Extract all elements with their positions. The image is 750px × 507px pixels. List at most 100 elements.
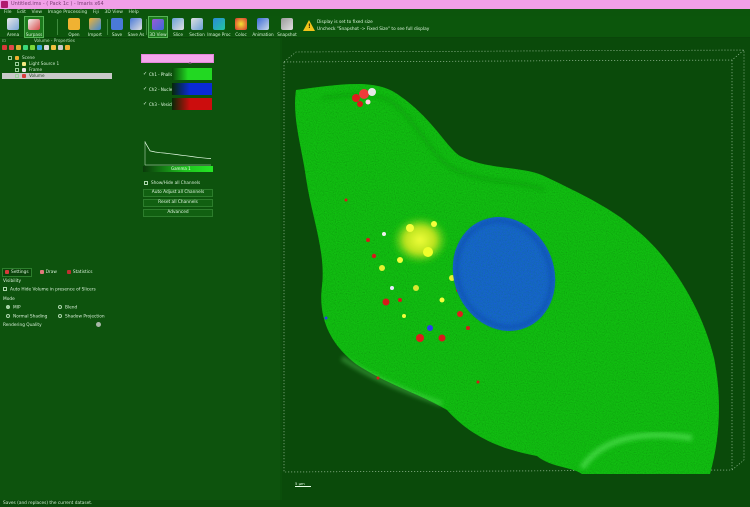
menu-image-processing[interactable]: Image Processing bbox=[48, 9, 88, 16]
add-spots-icon[interactable] bbox=[16, 45, 21, 50]
rendering-quality-slider[interactable] bbox=[96, 322, 101, 327]
auto-adjust-button[interactable]: Auto Adjust all Channels bbox=[143, 189, 213, 197]
section-icon bbox=[191, 18, 203, 30]
show-hide-all-checkbox[interactable]: Show/Hide all Channels bbox=[144, 180, 200, 185]
folder-icon[interactable] bbox=[65, 45, 70, 50]
channel-color-bar[interactable] bbox=[172, 68, 212, 80]
panel-title: Volume - Properties bbox=[34, 38, 75, 43]
open-folder-icon bbox=[68, 18, 80, 30]
surpass-icon bbox=[28, 19, 40, 30]
channel-row[interactable]: ✓ Ch2 - Nucleus bbox=[143, 83, 213, 95]
mode-label: Mode bbox=[3, 297, 15, 302]
tab-draw[interactable]: Draw bbox=[38, 269, 59, 276]
visibility-checkbox[interactable] bbox=[15, 68, 19, 72]
visibility-checkbox[interactable] bbox=[15, 62, 19, 66]
toolbar-separator bbox=[107, 19, 108, 35]
add-surface-icon[interactable] bbox=[9, 45, 14, 50]
visibility-checkbox[interactable] bbox=[8, 56, 12, 60]
open-button[interactable]: Open bbox=[64, 16, 84, 38]
save-as-button[interactable]: Save As bbox=[126, 16, 146, 38]
save-icon bbox=[111, 18, 123, 30]
volume-icon bbox=[22, 74, 26, 78]
display-adjustment: ✓ Ch1 - Phalloidin ✓ Ch2 - Nucleus ✓ Ch3… bbox=[140, 52, 215, 222]
3d-viewport[interactable]: 5 µm bbox=[282, 38, 750, 500]
auto-hide-checkbox[interactable]: Auto Hide Volume in presence of Slicers bbox=[3, 287, 96, 293]
channel-row[interactable]: ✓ Ch3 - Vesicles bbox=[143, 98, 213, 110]
window-title: Untitled.ims - ( Pack 1c ) - Imaris x64 bbox=[11, 1, 104, 7]
notice-line-2: Uncheck "Snapshot -> Fixed Size" to see … bbox=[317, 27, 430, 32]
toolbar-separator bbox=[57, 19, 58, 35]
light-bulb-icon bbox=[22, 62, 26, 66]
menu-help[interactable]: Help bbox=[129, 9, 139, 16]
3d-view-icon bbox=[152, 19, 164, 30]
chevron-up-icon bbox=[188, 62, 192, 64]
fixed-size-notice: ! Display is set to fixed size Uncheck "… bbox=[303, 18, 493, 36]
channel-color-bar[interactable] bbox=[172, 83, 212, 95]
pin-icon[interactable]: ⊡ bbox=[2, 38, 6, 43]
save-as-icon bbox=[130, 18, 142, 30]
add-frame-icon[interactable] bbox=[51, 45, 56, 50]
add-measurement-icon[interactable] bbox=[37, 45, 42, 50]
volume-render[interactable] bbox=[282, 38, 750, 500]
coloc-icon bbox=[235, 18, 247, 30]
add-clipping-icon[interactable] bbox=[44, 45, 49, 50]
scene-tree: Scene Light Source 1 Frame Volume bbox=[2, 55, 112, 79]
add-cells-icon[interactable] bbox=[23, 45, 28, 50]
add-filaments-icon[interactable] bbox=[30, 45, 35, 50]
menu-edit[interactable]: Edit bbox=[17, 9, 26, 16]
notice-line-1: Display is set to fixed size bbox=[317, 20, 373, 25]
coloc-button[interactable]: Coloc bbox=[232, 16, 250, 38]
gamma-label: Gamma 1 bbox=[171, 166, 191, 171]
settings-tabs: Settings Draw Statistics bbox=[2, 267, 95, 277]
tab-settings[interactable]: Settings bbox=[2, 267, 32, 277]
rendering-quality-label: Rendering Quality bbox=[3, 323, 42, 328]
3d-view-button[interactable]: 3D View bbox=[148, 16, 168, 38]
menu-fiji[interactable]: Fiji bbox=[93, 9, 99, 16]
section-button[interactable]: Section bbox=[188, 16, 206, 38]
check-icon[interactable]: ✓ bbox=[143, 71, 147, 77]
toolbar-separator bbox=[146, 19, 147, 35]
mode-mip-radio[interactable]: MIP bbox=[6, 305, 21, 311]
channel-row[interactable]: ✓ Ch1 - Phalloidin bbox=[143, 68, 213, 80]
animation-button[interactable]: Animation bbox=[251, 16, 275, 38]
golgi-cluster bbox=[392, 216, 448, 264]
tree-item-volume[interactable]: Volume bbox=[2, 73, 112, 79]
channel-selector[interactable] bbox=[141, 54, 214, 64]
tab-statistics[interactable]: Statistics bbox=[65, 269, 95, 276]
folder-icon bbox=[15, 56, 19, 60]
mode-shadow-projection-radio[interactable]: Shadow Projection bbox=[58, 314, 105, 320]
menu-file[interactable]: File bbox=[4, 9, 12, 16]
add-volume-icon[interactable] bbox=[2, 45, 7, 50]
histogram-curve bbox=[144, 141, 212, 159]
delete-item-icon[interactable] bbox=[58, 45, 63, 50]
menu-3d-view[interactable]: 3D View bbox=[104, 9, 122, 16]
surpass-button[interactable]: Surpass bbox=[24, 16, 44, 38]
scale-line bbox=[295, 486, 311, 487]
mode-normal-shading-radio[interactable]: Normal Shading bbox=[6, 314, 47, 320]
statistics-icon bbox=[66, 270, 71, 274]
check-icon[interactable]: ✓ bbox=[143, 86, 147, 92]
channel-color-bar[interactable] bbox=[172, 98, 212, 110]
snapshot-icon bbox=[281, 18, 293, 30]
snapshot-button[interactable]: Snapshot bbox=[276, 16, 298, 38]
status-bar: Saves (and replaces) the current dataset… bbox=[0, 500, 750, 507]
reset-channels-button[interactable]: Reset all Channels bbox=[143, 199, 213, 207]
save-button[interactable]: Save bbox=[109, 16, 125, 38]
arena-button[interactable]: Arena bbox=[3, 16, 23, 38]
advanced-button[interactable]: Advanced bbox=[143, 209, 213, 217]
visibility-checkbox[interactable] bbox=[15, 74, 19, 78]
animation-icon bbox=[257, 18, 269, 30]
slice-button[interactable]: Slice bbox=[169, 16, 187, 38]
mode-blend-radio[interactable]: Blend bbox=[58, 305, 77, 311]
title-bar: Untitled.ims - ( Pack 1c ) - Imaris x64 bbox=[0, 0, 750, 9]
import-icon bbox=[89, 18, 101, 30]
menu-view[interactable]: View bbox=[31, 9, 42, 16]
image-proc-button[interactable]: Image Proc bbox=[207, 16, 231, 38]
histogram-gradient[interactable]: Gamma 1 bbox=[143, 166, 213, 172]
visibility-label: Visibility bbox=[3, 279, 22, 284]
frame-icon bbox=[22, 68, 26, 72]
import-button[interactable]: Import bbox=[85, 16, 105, 38]
settings-icon bbox=[5, 270, 9, 274]
check-icon[interactable]: ✓ bbox=[143, 101, 147, 107]
panel-header: ⊡ Volume - Properties bbox=[0, 38, 280, 44]
